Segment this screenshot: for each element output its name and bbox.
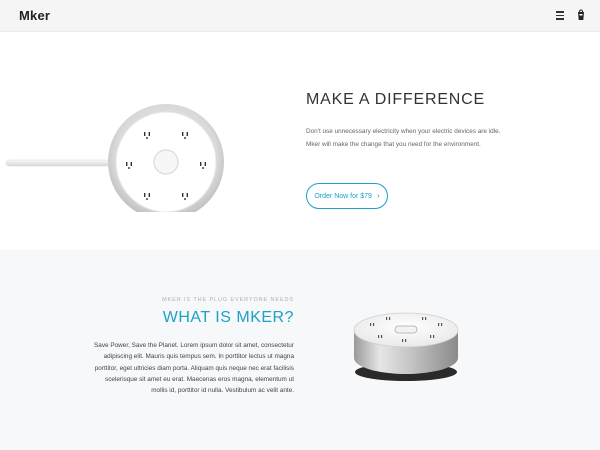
hero-title: MAKE A DIFFERENCE <box>306 91 485 108</box>
section-kicker: MKER IS THE PLUG EVERYONE NEEDS <box>162 297 294 303</box>
hamburger-menu-icon[interactable] <box>556 11 565 20</box>
order-now-button[interactable]: Order Now for $79 › <box>306 183 388 209</box>
brand-logo[interactable]: Mker <box>19 8 50 23</box>
top-navbar: Mker <box>0 0 600 32</box>
about-section: MKER IS THE PLUG EVERYONE NEEDS WHAT IS … <box>0 250 600 450</box>
power-strip-side-view-image <box>353 312 459 381</box>
power-strip-top-view-image <box>5 104 224 212</box>
hero-section: MAKE A DIFFERENCE Don't use unnecessary … <box>0 32 600 250</box>
hero-description: Don't use unnecessary electricity when y… <box>306 128 501 148</box>
section-description: Save Power, Save the Planet. Lorem ipsum… <box>94 342 294 395</box>
order-now-label: Order Now for $79 <box>314 192 372 200</box>
chevron-right-icon: › <box>376 191 380 200</box>
section-title: WHAT IS MKER? <box>162 309 294 326</box>
cart-icon[interactable] <box>577 9 585 21</box>
